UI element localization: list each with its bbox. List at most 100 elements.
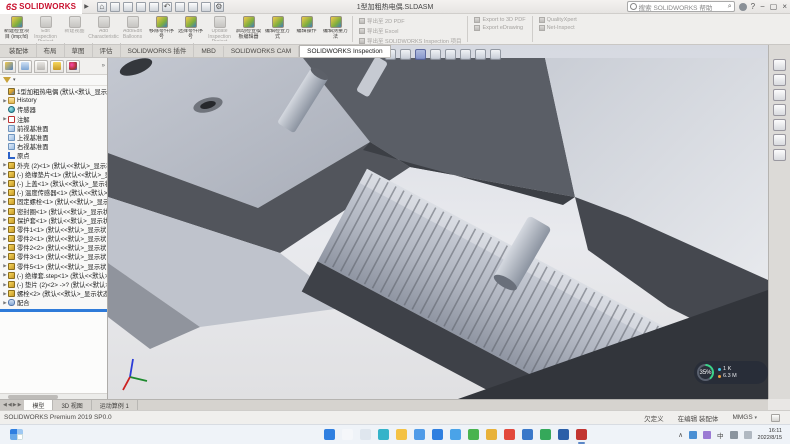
ribbon-tab[interactable]: 评估 bbox=[93, 43, 121, 57]
hide-show-items-icon[interactable] bbox=[460, 49, 471, 60]
document-tab[interactable]: 运动算例 1 bbox=[92, 400, 138, 410]
tree-item[interactable]: ▶ 固定螺栓<1> (默认<<默认>_显示 bbox=[0, 197, 107, 206]
print-icon[interactable] bbox=[149, 2, 159, 12]
command-button[interactable]: 新建视图 bbox=[60, 14, 89, 44]
tree-item[interactable]: ▶ 零件2<2> (默认<<默认>_显示状 bbox=[0, 243, 107, 252]
command-button[interactable]: 移除零件序号 bbox=[147, 14, 176, 44]
search-icon[interactable]: ⌕ bbox=[728, 3, 732, 11]
solidworks-resources-icon[interactable] bbox=[773, 74, 786, 86]
tree-item[interactable]: ▶ 螺栓<2> (默认<<默认>_显示状态 bbox=[0, 289, 107, 298]
network-icon[interactable] bbox=[730, 431, 738, 439]
tree-item[interactable]: ▶ 保护套<1> (默认<<默认>_显示状 bbox=[0, 216, 107, 225]
export-menu-item[interactable]: QualityXpert bbox=[539, 17, 577, 23]
mail-icon[interactable] bbox=[414, 429, 425, 440]
status-tag-icon[interactable] bbox=[771, 414, 780, 422]
taskbar-clock[interactable]: 16:11 2022/8/15 bbox=[758, 428, 782, 441]
microsoft-store-icon[interactable] bbox=[432, 429, 443, 440]
appearances-icon[interactable] bbox=[773, 119, 786, 131]
forum-icon[interactable] bbox=[773, 149, 786, 161]
defender-icon[interactable] bbox=[689, 431, 697, 439]
word-icon[interactable] bbox=[558, 429, 569, 440]
tray-chevron-icon[interactable]: ∧ bbox=[678, 431, 683, 439]
ribbon-tab[interactable]: MBD bbox=[194, 46, 223, 57]
property-manager-tab[interactable] bbox=[18, 60, 32, 73]
command-button[interactable]: 选择零件序号 bbox=[176, 14, 205, 44]
tree-item[interactable]: ▶ (-) 温度传感器<1> (默认<<默认>_ bbox=[0, 188, 107, 197]
tree-item[interactable]: 上视基准面 bbox=[0, 133, 107, 142]
home-icon[interactable] bbox=[773, 59, 786, 71]
ribbon-tab[interactable]: 布局 bbox=[37, 43, 65, 57]
tree-item[interactable]: ▶ 配合 bbox=[0, 298, 107, 307]
tree-item[interactable]: 传感器 bbox=[0, 105, 107, 114]
document-tab[interactable]: 模型 bbox=[24, 400, 53, 410]
graphics-viewport[interactable]: 35% 1 K 6.3 M bbox=[108, 45, 768, 399]
command-button[interactable]: 启动检查模板编辑器 bbox=[234, 14, 263, 44]
tree-item[interactable]: ▶ (-) 上盖<1> (默认<<默认>_显示状 bbox=[0, 179, 107, 188]
help-search-input[interactable]: 搜索 SOLIDWORKS 帮助 ⌕ bbox=[627, 1, 735, 12]
start-button[interactable] bbox=[324, 429, 335, 440]
home-icon[interactable]: ⌂ bbox=[97, 2, 107, 12]
tree-item[interactable]: ▶ 外壳 (2)<1> (默认<<默认>_显示状 bbox=[0, 161, 107, 170]
rebuild-icon[interactable] bbox=[188, 2, 198, 12]
display-style-icon[interactable] bbox=[445, 49, 456, 60]
app-blue-icon[interactable] bbox=[450, 429, 461, 440]
export-menu-item[interactable]: Export to 3D PDF bbox=[474, 17, 525, 23]
ribbon-tab[interactable]: 草图 bbox=[65, 43, 93, 57]
tree-item[interactable]: ▶ 注解 bbox=[0, 115, 107, 124]
appearances-icon[interactable] bbox=[475, 49, 486, 60]
tree-item[interactable]: ▶ (-) 绝缘套.step<1> (默认<<默认> bbox=[0, 271, 107, 280]
export-menu-item[interactable]: 导出至 2D PDF bbox=[359, 17, 461, 25]
tree-item[interactable]: ▶ History bbox=[0, 96, 107, 105]
document-tab[interactable]: 3D 视图 bbox=[53, 400, 91, 410]
tree-item[interactable]: ▶ 零件3<1> (默认<<默认>_显示状 bbox=[0, 252, 107, 261]
open-file-icon[interactable] bbox=[123, 2, 133, 12]
command-button[interactable]: 编辑测量方法 bbox=[321, 14, 350, 44]
export-menu-item[interactable]: 导出至 SOLIDWORKS Inspection 项目 bbox=[359, 37, 461, 45]
configuration-manager-tab[interactable] bbox=[34, 60, 48, 73]
command-button[interactable]: Add/Edit Balloons bbox=[118, 14, 147, 44]
widgets-icon[interactable] bbox=[10, 429, 23, 440]
undo-icon[interactable]: ↶ bbox=[162, 2, 172, 12]
remote-desktop-icon[interactable] bbox=[522, 429, 533, 440]
minimize-button[interactable]: − bbox=[760, 2, 765, 11]
close-button[interactable]: × bbox=[782, 2, 787, 11]
tree-item[interactable]: 1型加粗热电偶 (默认<默认_显示状态-1 bbox=[0, 87, 107, 96]
tree-item[interactable]: ▶ 密封圈<1> (默认<<默认>_显示状 bbox=[0, 206, 107, 215]
ribbon-tab[interactable]: SOLIDWORKS CAM bbox=[224, 46, 299, 57]
tree-item[interactable]: ▶ (-) 绝缘垫片<1> (默认<<默认>_显 bbox=[0, 170, 107, 179]
export-menu-item[interactable]: Export eDrawing bbox=[474, 25, 525, 31]
ribbon-tab[interactable]: SOLIDWORKS 插件 bbox=[121, 43, 195, 57]
chrome-icon[interactable] bbox=[504, 429, 515, 440]
select-arrow-icon[interactable] bbox=[175, 2, 185, 12]
zoom-area-icon[interactable] bbox=[400, 49, 411, 60]
ribbon-tab[interactable]: 装配体 bbox=[2, 43, 37, 57]
file-explorer-icon[interactable] bbox=[396, 429, 407, 440]
command-button[interactable]: 编辑检查方式 bbox=[263, 14, 292, 44]
command-button[interactable]: Update Inspection Project bbox=[205, 14, 234, 44]
help-button[interactable]: ? bbox=[751, 2, 755, 11]
new-file-icon[interactable] bbox=[110, 2, 120, 12]
display-manager-tab[interactable] bbox=[66, 60, 80, 73]
view-orientation-icon[interactable] bbox=[430, 49, 441, 60]
command-button[interactable]: 新建检查项目 (imp;fd) bbox=[2, 14, 31, 44]
tree-item[interactable]: ▶ 零件1<1> (默认<<默认>_显示状 bbox=[0, 225, 107, 234]
export-menu-item[interactable]: 导出至 Excel bbox=[359, 27, 461, 35]
search-icon[interactable] bbox=[342, 429, 353, 440]
volume-icon[interactable] bbox=[744, 431, 752, 439]
menu-expand-icon[interactable]: ▶ bbox=[84, 3, 89, 10]
browser-pinwheel-icon[interactable] bbox=[486, 429, 497, 440]
tree-item[interactable]: ▶ 零件5<1> (默认<<默认>_显示状 bbox=[0, 262, 107, 271]
tree-item[interactable]: ▶ (-) 垫片 (2)<2> ->? (默认<<默认> bbox=[0, 280, 107, 289]
feature-tree-tab[interactable] bbox=[2, 60, 16, 73]
tree-item[interactable]: 前视基准面 bbox=[0, 124, 107, 133]
tray-app-icon[interactable] bbox=[703, 431, 711, 439]
save-icon[interactable] bbox=[136, 2, 146, 12]
login-icon[interactable] bbox=[739, 3, 747, 11]
file-explorer-icon[interactable] bbox=[773, 104, 786, 116]
wps-icon[interactable] bbox=[540, 429, 551, 440]
edge-icon[interactable] bbox=[378, 429, 389, 440]
solidworks-icon[interactable] bbox=[576, 429, 587, 440]
display-panes-icon[interactable] bbox=[201, 2, 211, 12]
export-menu-item[interactable]: Net-Inspect bbox=[539, 25, 577, 31]
restore-button[interactable]: ▢ bbox=[770, 2, 778, 11]
